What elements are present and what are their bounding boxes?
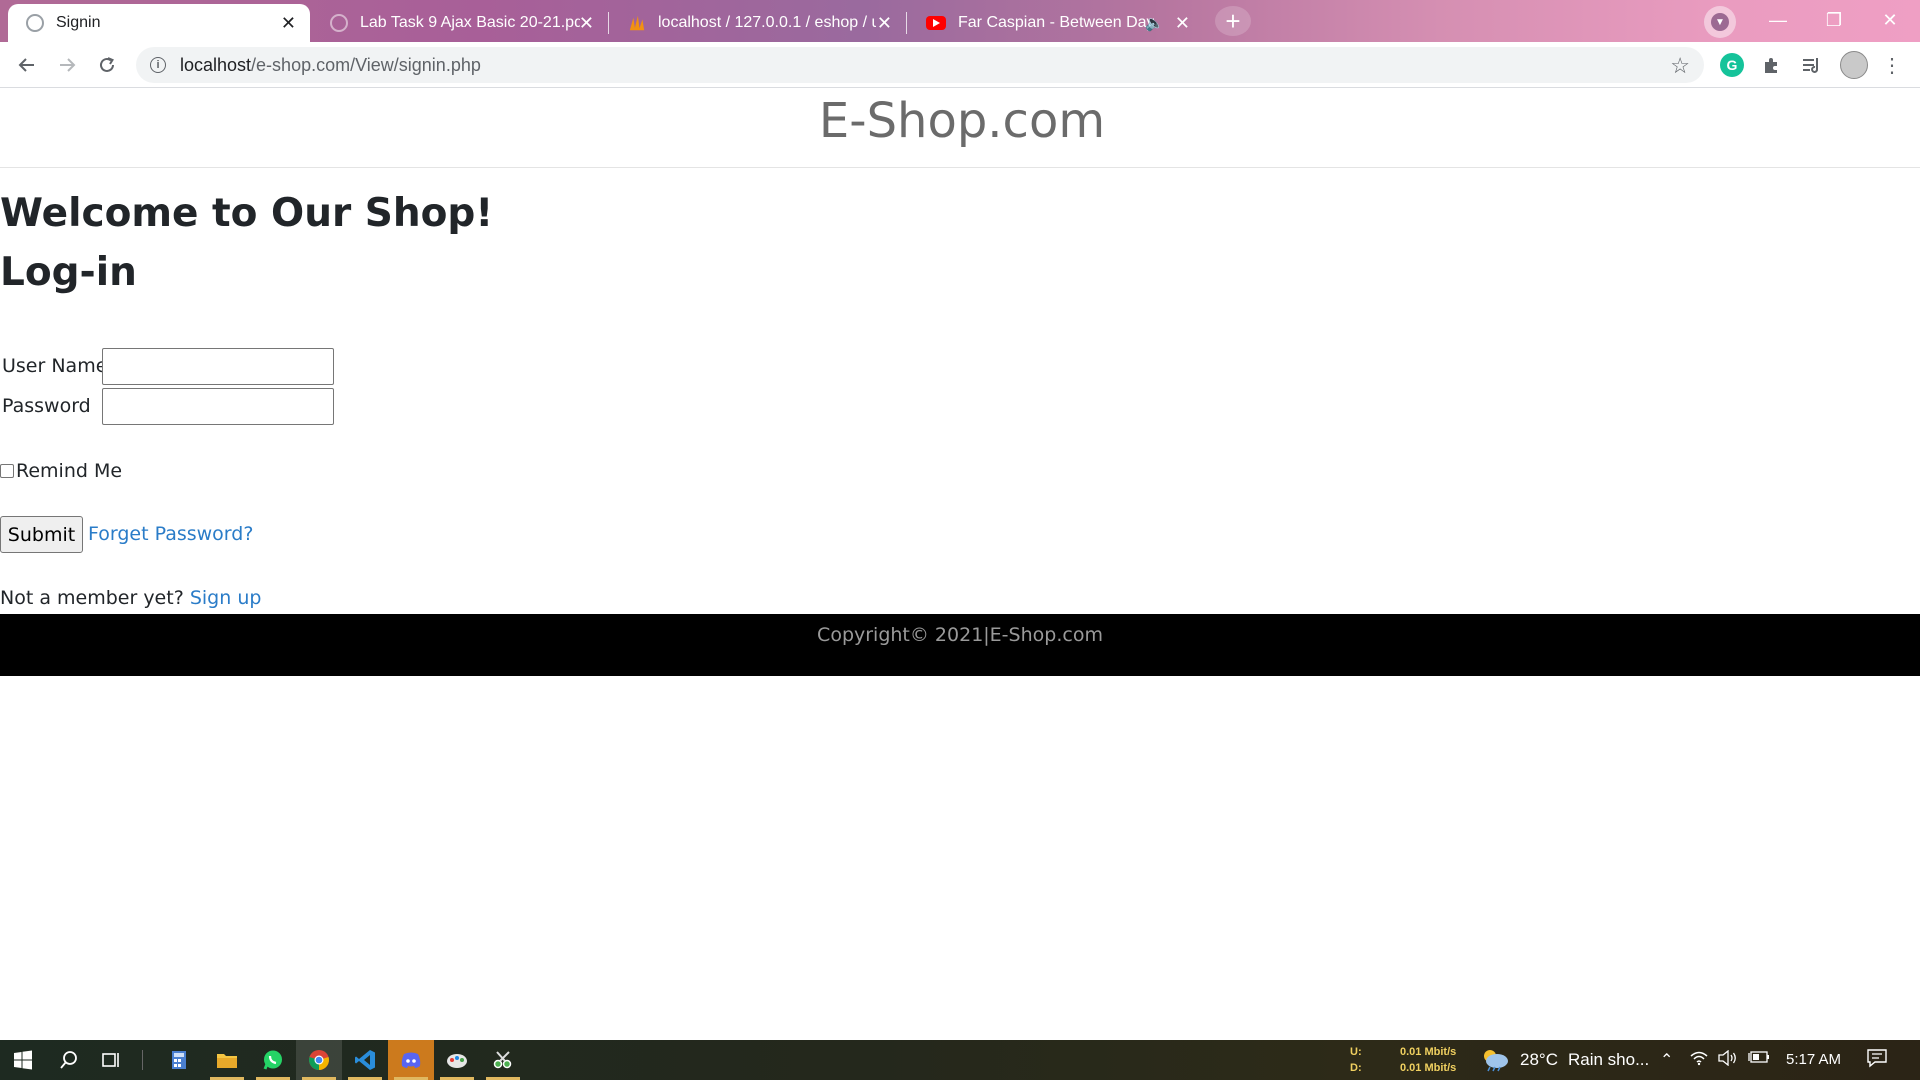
youtube-icon <box>926 16 946 30</box>
browser-tab-strip: Signin ✕ Lab Task 9 Ajax Basic 20-21.pdf… <box>0 0 1920 42</box>
password-input[interactable] <box>102 388 334 425</box>
task-view-icon[interactable] <box>88 1040 134 1080</box>
tab-search-button[interactable]: ▼ <box>1704 6 1736 38</box>
grammarly-extension-icon[interactable]: G <box>1720 53 1744 77</box>
weather-widget[interactable]: 28°C Rain sho... <box>1480 1040 1649 1080</box>
tab-title: localhost / 127.0.0.1 / eshop / us <box>658 14 876 31</box>
windows-start-icon[interactable] <box>0 1040 46 1080</box>
username-label: User Name <box>2 355 108 377</box>
close-icon[interactable]: ✕ <box>877 14 892 32</box>
address-bar[interactable]: i localhost/e-shop.com/View/signin.php ☆ <box>136 47 1704 83</box>
info-icon[interactable]: i <box>150 57 166 73</box>
minimize-button[interactable]: — <box>1750 0 1806 40</box>
wifi-icon[interactable] <box>1690 1050 1708 1071</box>
arrow-right-icon <box>60 58 76 72</box>
upload-label: U: <box>1350 1046 1362 1058</box>
signup-link[interactable]: Sign up <box>190 587 262 609</box>
signup-prompt: Not a member yet? Sign up <box>0 587 261 609</box>
discord-icon[interactable] <box>388 1040 434 1080</box>
tab-separator <box>906 12 907 34</box>
remember-checkbox[interactable] <box>0 464 14 478</box>
weather-temp: 28°C <box>1520 1050 1558 1069</box>
submit-button[interactable]: Submit <box>0 516 83 553</box>
close-icon[interactable]: ✕ <box>281 14 296 32</box>
web-page: E-Shop.com Welcome to Our Shop! Log-in U… <box>0 88 1920 1040</box>
tab-pdf[interactable]: Lab Task 9 Ajax Basic 20-21.pdf ✕ <box>312 4 608 42</box>
arrow-left-icon <box>18 58 34 72</box>
close-icon[interactable]: ✕ <box>1175 14 1190 32</box>
chevron-down-icon: ▼ <box>1711 13 1729 31</box>
tab-title: Lab Task 9 Ajax Basic 20-21.pdf <box>360 14 580 31</box>
site-title: E-Shop.com <box>818 93 1106 149</box>
vscode-icon[interactable] <box>342 1040 388 1080</box>
site-header: E-Shop.com <box>0 88 1920 168</box>
network-speed-meter: U: 0.01 Mbit/s D: 0.01 Mbit/s <box>1350 1044 1456 1076</box>
paint-app-icon[interactable] <box>434 1040 480 1080</box>
rain-cloud-icon <box>1480 1048 1510 1072</box>
tab-title: Signin <box>56 14 101 31</box>
login-heading: Log-in <box>0 250 137 295</box>
window-close-button[interactable]: ✕ <box>1862 0 1918 40</box>
download-speed: 0.01 Mbit/s <box>1400 1062 1457 1074</box>
url-text: localhost/e-shop.com/View/signin.php <box>180 55 481 76</box>
bookmark-star-icon[interactable]: ☆ <box>1670 53 1690 79</box>
restore-button[interactable]: ❐ <box>1806 0 1862 40</box>
puzzle-extensions-icon[interactable] <box>1760 53 1784 77</box>
site-footer: Copyright© 2021|E-Shop.com <box>0 614 1920 676</box>
browser-toolbar: i localhost/e-shop.com/View/signin.php ☆… <box>0 42 1920 88</box>
password-label: Password <box>2 395 91 417</box>
reload-button[interactable] <box>92 50 122 80</box>
snipping-tool-icon[interactable] <box>480 1040 526 1080</box>
calculator-icon[interactable] <box>156 1040 202 1080</box>
windows-taskbar: U: 0.01 Mbit/s D: 0.01 Mbit/s 28°C Rain sh… <box>0 1040 1920 1080</box>
chrome-icon[interactable] <box>296 1040 342 1080</box>
new-tab-button[interactable]: + <box>1215 6 1251 36</box>
battery-icon[interactable] <box>1748 1050 1770 1069</box>
tab-separator <box>608 12 609 34</box>
download-label: D: <box>1350 1062 1362 1074</box>
tab-youtube[interactable]: Far Caspian - Between Days | 🔈 ✕ <box>908 4 1204 42</box>
forward-button[interactable] <box>52 50 82 80</box>
url-host: localhost <box>180 54 252 75</box>
speaker-icon[interactable]: 🔈 <box>1145 14 1164 32</box>
taskbar-separator <box>142 1050 143 1070</box>
whatsapp-icon[interactable] <box>250 1040 296 1080</box>
tab-signin[interactable]: Signin ✕ <box>8 4 310 42</box>
close-icon[interactable]: ✕ <box>579 14 594 32</box>
reload-icon <box>100 57 114 72</box>
globe-icon <box>330 14 348 32</box>
taskbar-clock[interactable]: 5:17 AM <box>1786 1051 1841 1068</box>
globe-icon <box>26 14 44 32</box>
remember-label: Remind Me <box>16 460 123 482</box>
upload-speed: 0.01 Mbit/s <box>1400 1046 1457 1058</box>
tab-phpmyadmin[interactable]: localhost / 127.0.0.1 / eshop / us ✕ <box>610 4 906 42</box>
not-member-text: Not a member yet? <box>0 587 184 609</box>
username-input[interactable] <box>102 348 334 385</box>
kebab-menu-icon[interactable]: ⋮ <box>1880 53 1904 77</box>
search-icon[interactable] <box>46 1040 92 1080</box>
back-button[interactable] <box>12 50 42 80</box>
remember-row: Remind Me <box>0 460 122 482</box>
chevron-up-icon[interactable]: ⌃ <box>1660 1050 1673 1070</box>
forget-password-link[interactable]: Forget Password? <box>88 523 253 545</box>
welcome-heading: Welcome to Our Shop! <box>0 191 494 236</box>
media-control-icon[interactable] <box>1800 53 1824 77</box>
file-explorer-icon[interactable] <box>204 1040 250 1080</box>
footer-copyright: Copyright© 2021|E-Shop.com <box>817 624 1103 646</box>
profile-avatar[interactable] <box>1840 51 1868 79</box>
volume-icon[interactable] <box>1718 1049 1738 1071</box>
notification-center-icon[interactable] <box>1866 1048 1890 1070</box>
tab-title: Far Caspian - Between Days | <box>958 14 1154 31</box>
url-path: /e-shop.com/View/signin.php <box>251 54 481 75</box>
phpmyadmin-icon <box>628 14 646 32</box>
weather-text: Rain sho... <box>1567 1050 1650 1069</box>
